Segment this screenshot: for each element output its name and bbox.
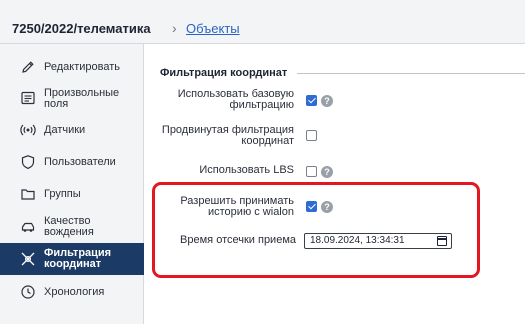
driving-quality-icon bbox=[21, 222, 35, 232]
cutoff-datetime-input[interactable]: 18.09.2024, 13:34:31 bbox=[304, 233, 452, 249]
setting-label-wialon-history: Разрешить принимать историю с wialon bbox=[180, 195, 294, 218]
sidebar-item-sensors[interactable]: Датчики bbox=[0, 118, 144, 142]
calendar-icon[interactable] bbox=[437, 236, 447, 246]
sidebar-item-coordinate-filter[interactable]: Фильтрация координат bbox=[0, 243, 144, 275]
header-bar: 7250/2022/телематика › Объекты bbox=[0, 0, 525, 44]
sidebar-item-driving-quality[interactable]: Качество вождения bbox=[0, 212, 144, 242]
custom-fields-icon bbox=[21, 91, 35, 105]
sidebar-item-edit[interactable]: Редактировать bbox=[0, 56, 144, 78]
sidebar-item-custom-fields[interactable]: Произвольные поля bbox=[0, 84, 144, 114]
user-shield-icon bbox=[21, 155, 35, 170]
sidebar-item-label: Пользователи bbox=[44, 156, 116, 168]
sidebar-item-users[interactable]: Пользователи bbox=[0, 150, 144, 174]
sidebar-item-chronology[interactable]: Хронология bbox=[0, 280, 144, 304]
sensor-signal-icon bbox=[20, 124, 36, 136]
lbs-checkbox[interactable] bbox=[306, 166, 317, 177]
help-icon[interactable]: ? bbox=[321, 166, 333, 178]
section-title: Фильтрация координат bbox=[160, 67, 288, 79]
help-icon[interactable]: ? bbox=[321, 95, 333, 107]
setting-label-lbs: Использовать LBS bbox=[199, 164, 294, 176]
sidebar-item-label: Датчики bbox=[44, 124, 86, 136]
sidebar-item-label: Группы bbox=[44, 188, 81, 200]
section-divider bbox=[297, 73, 525, 74]
sidebar-item-label: Качество вождения bbox=[44, 215, 94, 238]
coordinate-filter-icon bbox=[21, 252, 35, 266]
sidebar-item-groups[interactable]: Группы bbox=[0, 182, 144, 206]
chevron-right-icon: › bbox=[172, 20, 177, 36]
sidebar-item-label: Произвольные поля bbox=[44, 87, 120, 110]
sidebar-item-label: Редактировать bbox=[44, 61, 120, 73]
object-settings-window: 7250/2022/телематика › Объекты Редактиро… bbox=[0, 0, 525, 324]
chronology-clock-icon bbox=[21, 285, 35, 299]
cutoff-time-label: Время отсечки приема bbox=[180, 234, 296, 246]
basic-filter-checkbox[interactable] bbox=[306, 95, 317, 106]
setting-label-advanced-filter: Продвинутая фильтрация координат bbox=[161, 124, 294, 147]
group-folder-icon bbox=[21, 189, 35, 200]
edit-pencil-icon bbox=[22, 61, 34, 73]
breadcrumb-link-objects[interactable]: Объекты bbox=[186, 21, 240, 36]
sidebar-item-label: Фильтрация координат bbox=[44, 247, 112, 270]
sidebar-item-label: Хронология bbox=[44, 286, 105, 298]
help-icon[interactable]: ? bbox=[321, 201, 333, 213]
breadcrumb-current: 7250/2022/телематика bbox=[12, 21, 151, 36]
advanced-filter-checkbox[interactable] bbox=[306, 130, 317, 141]
sidebar: Редактировать Произвольные поля Датчики bbox=[0, 44, 144, 324]
setting-label-basic-filter: Использовать базовую фильтрацию bbox=[177, 88, 294, 111]
cutoff-datetime-value: 18.09.2024, 13:34:31 bbox=[310, 235, 405, 246]
wialon-history-checkbox[interactable] bbox=[306, 201, 317, 212]
